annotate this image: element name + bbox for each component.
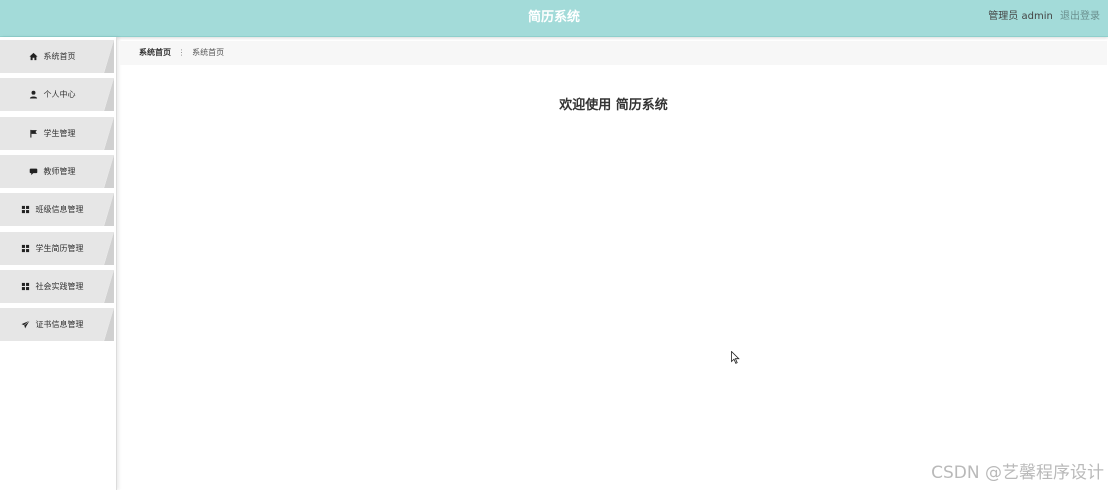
sidebar-item-home[interactable]: 系统首页 — [0, 40, 114, 73]
sidebar-item-certificate-info-management[interactable]: 证书信息管理 — [0, 308, 114, 341]
chat-icon — [29, 167, 38, 176]
watermark-text: CSDN @艺馨程序设计 — [931, 463, 1104, 483]
breadcrumb-separator: ⋮ — [177, 48, 186, 57]
sidebar: 系统首页 个人中心 学生管理 教师管理 班级信息管理 学生简历管理 社会实践管理… — [0, 37, 117, 490]
grid-icon — [21, 244, 30, 253]
sidebar-item-label: 系统首页 — [43, 52, 76, 61]
send-icon — [21, 320, 30, 329]
top-header-bar: 简历系统 管理员 admin 退出登录 — [0, 0, 1108, 37]
sidebar-item-teacher-management[interactable]: 教师管理 — [0, 155, 114, 188]
sidebar-item-label: 班级信息管理 — [35, 205, 84, 214]
flag-icon — [29, 129, 38, 138]
grid-icon — [21, 205, 30, 214]
user-area: 管理员 admin 退出登录 — [988, 0, 1100, 33]
sidebar-item-personal-center[interactable]: 个人中心 — [0, 78, 114, 111]
app-title: 简历系统 — [527, 10, 580, 25]
current-user-label: 管理员 admin — [988, 11, 1053, 22]
breadcrumb-current: 系统首页 — [192, 48, 225, 57]
sidebar-item-label: 个人中心 — [43, 90, 76, 99]
sidebar-item-student-management[interactable]: 学生管理 — [0, 117, 114, 150]
grid-icon — [21, 282, 30, 291]
sidebar-item-label: 证书信息管理 — [35, 320, 84, 329]
user-icon — [29, 90, 38, 99]
sidebar-item-social-practice-management[interactable]: 社会实践管理 — [0, 270, 114, 303]
welcome-heading: 欢迎使用 简历系统 — [559, 98, 668, 113]
sidebar-item-student-resume-management[interactable]: 学生简历管理 — [0, 232, 114, 265]
logout-link[interactable]: 退出登录 — [1060, 11, 1100, 22]
breadcrumb-home-link[interactable]: 系统首页 — [139, 48, 171, 57]
sidebar-item-label: 教师管理 — [43, 167, 76, 176]
sidebar-item-label: 学生简历管理 — [35, 244, 84, 253]
breadcrumb: 系统首页 ⋮ 系统首页 — [120, 41, 1107, 65]
mouse-pointer-icon — [731, 349, 740, 364]
sidebar-item-label: 社会实践管理 — [35, 282, 84, 291]
sidebar-item-class-info-management[interactable]: 班级信息管理 — [0, 193, 114, 226]
sidebar-item-label: 学生管理 — [43, 129, 76, 138]
home-icon — [28, 52, 38, 61]
